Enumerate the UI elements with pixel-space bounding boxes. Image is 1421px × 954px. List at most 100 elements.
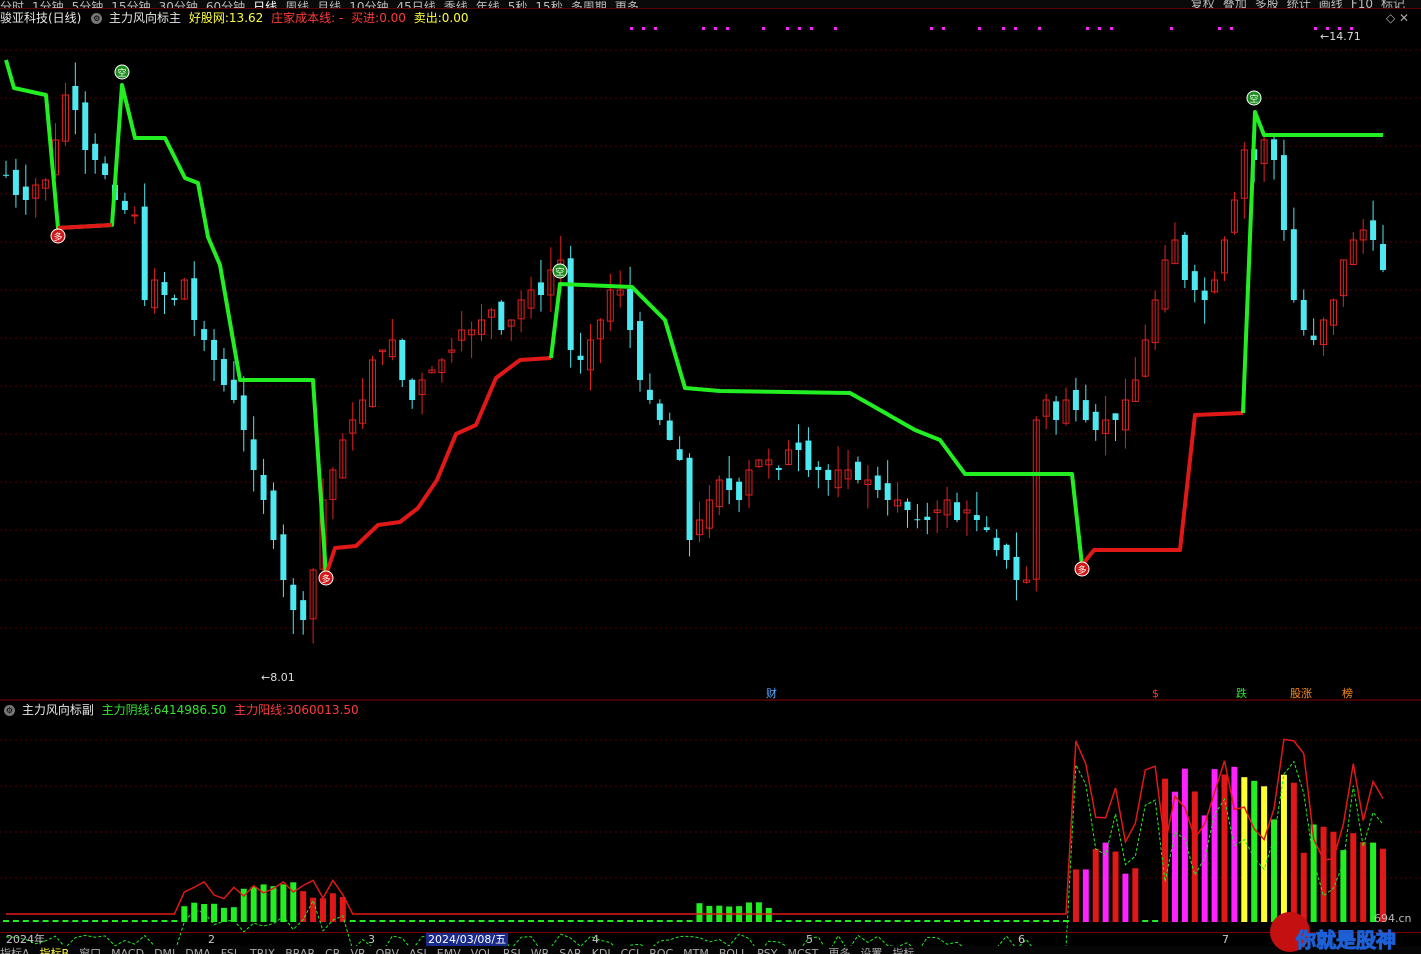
bottom-tab-2[interactable]: 窗口 [79, 948, 101, 954]
signal-dot [1170, 27, 1173, 30]
bottom-tab-21[interactable]: MTM [683, 948, 709, 954]
trend-line-red [57, 223, 113, 230]
date-label-3: 2024/03/08/五 [426, 933, 509, 947]
event-marker: 股涨 [1290, 687, 1312, 700]
trend-line-red [324, 356, 552, 576]
sub-bar [151, 920, 158, 922]
buy-signal-icon-label: 多 [1077, 564, 1086, 576]
sub-bar [795, 920, 802, 922]
signal-dot [810, 27, 813, 30]
sub-bar [1171, 791, 1178, 922]
signal-dot [1314, 27, 1317, 30]
sub-bar [102, 920, 109, 922]
bottom-tab-16[interactable]: WR [531, 948, 550, 954]
candle-body [825, 469, 832, 480]
watermark-url: 694.cn [1374, 912, 1412, 925]
sub-bar [1112, 851, 1119, 922]
bottom-tab-15[interactable]: RSI [503, 948, 521, 954]
sub-bar [488, 920, 495, 922]
candle-body [884, 483, 891, 500]
sub-bar [508, 920, 515, 922]
bottom-tab-0[interactable]: 指标A [0, 948, 30, 954]
bottom-tab-10[interactable]: VR [350, 948, 365, 954]
sub-bar [567, 920, 574, 922]
signal-dot [654, 27, 657, 30]
bottom-tab-7[interactable]: TRIX [250, 948, 275, 954]
bottom-tab-25[interactable]: 更多 [828, 948, 850, 954]
bottom-tab-19[interactable]: CCI [621, 948, 640, 954]
sub-bar [1062, 920, 1069, 922]
bottom-tab-13[interactable]: EMV [437, 948, 461, 954]
signal-dot [1218, 27, 1221, 30]
sub-bar [1360, 841, 1367, 922]
sub-bar [121, 920, 128, 922]
candle-body [72, 86, 79, 110]
sub-bar [637, 920, 644, 922]
sub-bar [171, 920, 178, 922]
bottom-tab-3[interactable]: MACD [111, 948, 144, 954]
sub-bar [785, 920, 792, 922]
bottom-tab-9[interactable]: CR [325, 948, 340, 954]
sub-bar [1191, 791, 1198, 922]
candle-body [300, 600, 307, 620]
event-marker: $ [1152, 687, 1159, 700]
sub-bar [627, 920, 634, 922]
candle-body [270, 490, 277, 540]
sub-bar [339, 897, 346, 922]
candle-body [676, 449, 683, 460]
bottom-tab-20[interactable]: ROC [649, 948, 673, 954]
candle-body [12, 169, 19, 195]
bottom-tab-17[interactable]: SAR [559, 948, 581, 954]
bottom-tab-14[interactable]: VOL [471, 948, 493, 954]
sub-bar [666, 920, 673, 922]
sub-bar [250, 886, 257, 922]
bottom-tab-6[interactable]: FSL [221, 948, 240, 954]
candle-body [201, 329, 208, 340]
sub-bar [1053, 920, 1060, 922]
sub-bar [755, 902, 762, 922]
bottom-tab-4[interactable]: DMI [154, 948, 175, 954]
bottom-tab-8[interactable]: BRAR [285, 948, 315, 954]
sub-bar [369, 920, 376, 922]
signal-dot [1098, 27, 1101, 30]
sell-signal-icon-label: 空 [555, 266, 564, 278]
event-marker: 跌 [1236, 686, 1247, 700]
sub-bar [428, 920, 435, 922]
signal-dot [834, 27, 837, 30]
sub-bar [1201, 815, 1208, 922]
trend-line-red [1080, 411, 1244, 567]
candle-body [1201, 290, 1208, 300]
bottom-tab-1[interactable]: 指标B [40, 948, 70, 954]
sub-bar [1330, 831, 1337, 922]
signal-dot [930, 27, 933, 30]
bottom-tab-24[interactable]: MCST [788, 948, 819, 954]
sub-bar [1082, 869, 1089, 922]
candle-body [1013, 556, 1020, 580]
sub-bar [537, 920, 544, 922]
bottom-tab-26[interactable]: 设置 [860, 948, 882, 954]
candle-body [1003, 544, 1010, 560]
date-label-5: 5 [806, 933, 813, 946]
candle-body [1310, 335, 1317, 340]
bottom-tab-5[interactable]: DMA [185, 948, 211, 954]
sub-bar [1132, 868, 1139, 922]
candle-body [399, 339, 406, 380]
sub-bar [62, 920, 69, 922]
sub-bar [815, 920, 822, 922]
candle-body [914, 519, 921, 521]
kline-chart[interactable]: 空空空多多多←14.71←8.01财 $ 跌股涨 榜◇ ✕ [0, 0, 1421, 954]
signal-dot [714, 27, 717, 30]
bottom-tab-22[interactable]: BOLL [719, 948, 747, 954]
bottom-tab-23[interactable]: PSY [757, 948, 777, 954]
bottom-tab-27[interactable]: 指标 [892, 948, 914, 954]
bottom-tab-18[interactable]: KDJ [592, 948, 611, 954]
sub-bar [320, 898, 327, 922]
bottom-tab-11[interactable]: OBV [376, 948, 399, 954]
candle-body [22, 186, 29, 200]
sub-bar [260, 884, 267, 922]
sub-bar [557, 920, 564, 922]
candle-body [686, 457, 693, 540]
sub-bar [1280, 774, 1287, 922]
bottom-tab-12[interactable]: ASI [409, 948, 427, 954]
sub-bar [1221, 774, 1228, 922]
